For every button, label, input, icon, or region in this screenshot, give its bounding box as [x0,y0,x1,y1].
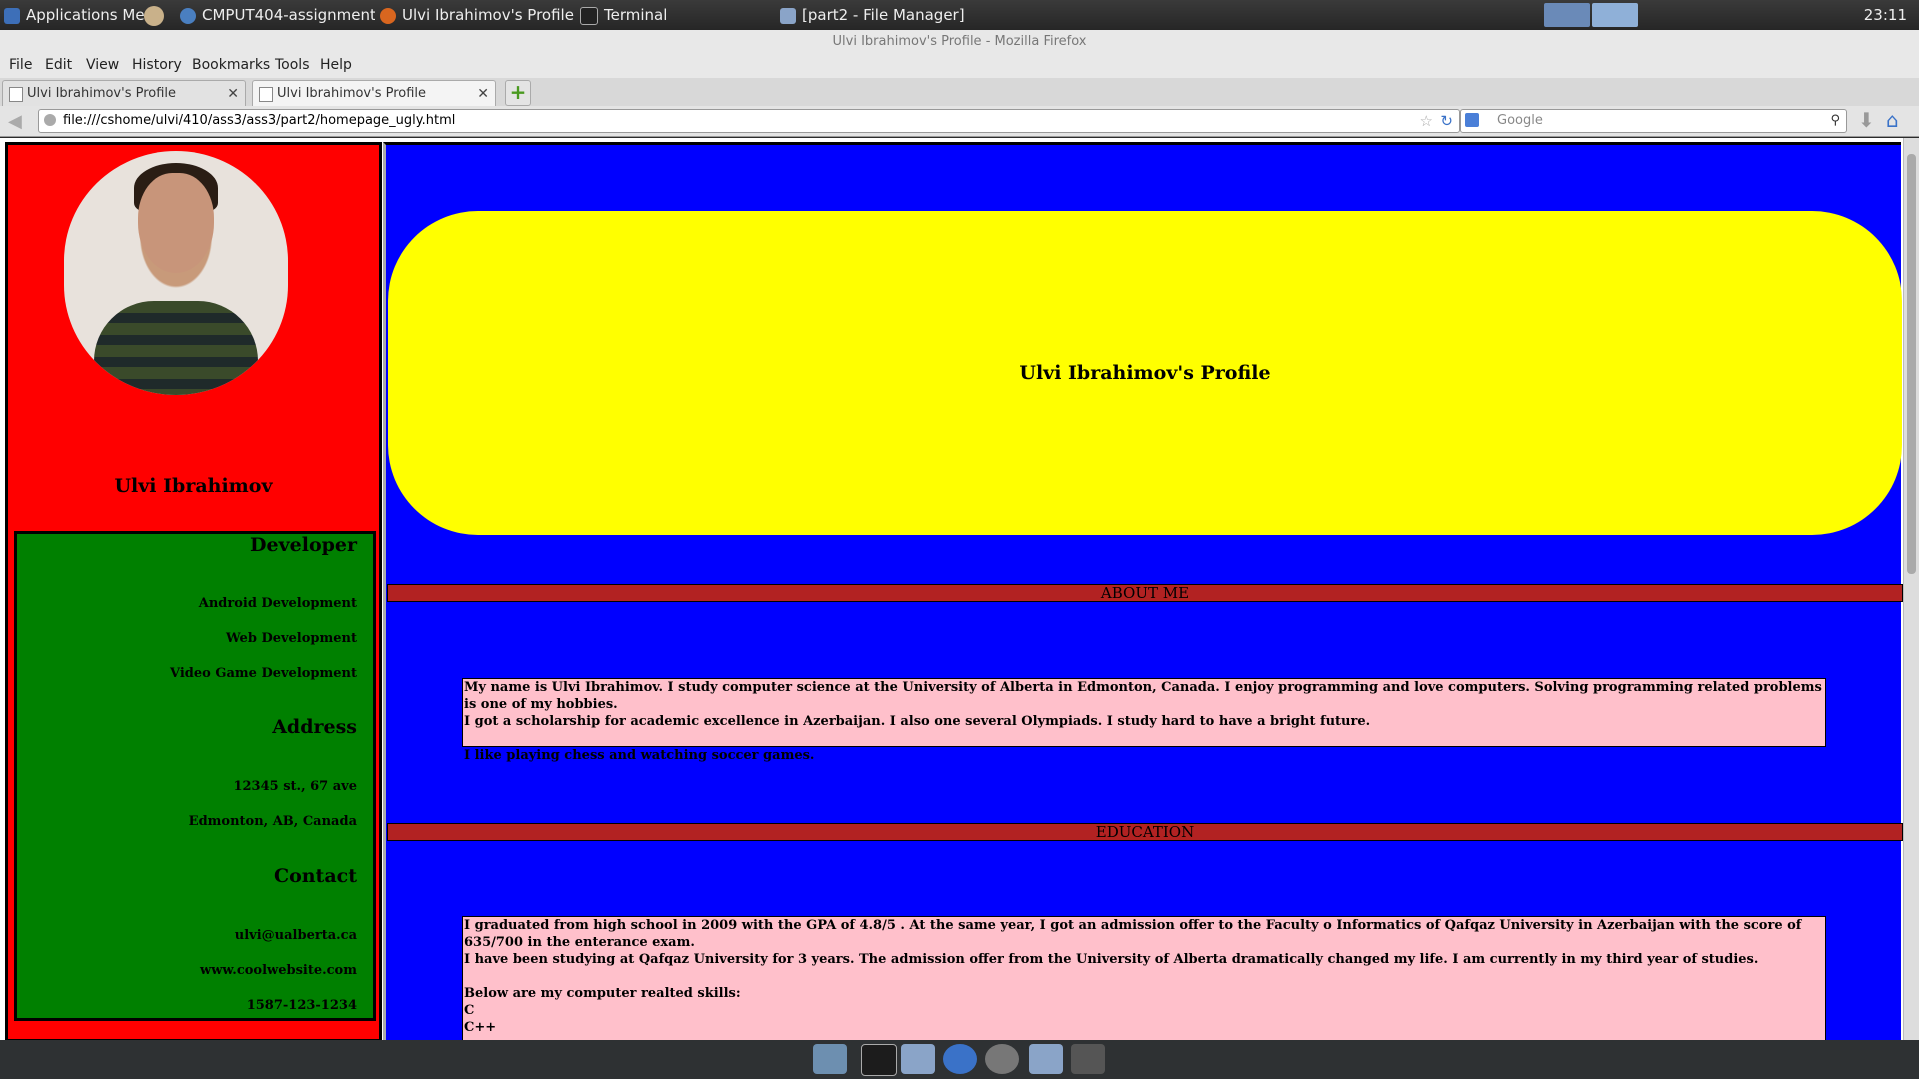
taskbar-item-label: Terminal [604,6,668,24]
page-scrollbar[interactable] [1903,138,1919,1040]
firefox-icon [380,7,396,24]
education-line: C [464,1003,475,1018]
workspace-2-button[interactable] [1592,3,1638,27]
applications-menu[interactable]: Applications Menu [4,0,164,30]
developer-item: Web Development [226,631,357,646]
search-placeholder: Google [1497,113,1543,128]
bottom-dock [0,1040,1919,1079]
applications-menu-label: Applications Menu [26,6,164,24]
profile-sidebar: Ulvi Ibrahimov Developer Android Develop… [5,142,382,1040]
navigation-bar: ◀ file:///cshome/ulvi/410/ass3/ass3/part… [0,106,1919,137]
address-heading: Address [272,716,357,738]
about-box: My name is Ulvi Ibrahimov. I study compu… [462,678,1826,763]
xfce-mouse-icon [4,7,20,24]
developer-item: Video Game Development [170,666,357,681]
file-manager-icon[interactable] [901,1044,935,1074]
close-tab-icon[interactable]: ✕ [227,81,239,107]
contact-website: www.coolwebsite.com [200,963,357,978]
taskbar-item-label: CMPUT404-assignment-css... [202,6,375,24]
menu-bookmarks[interactable]: Bookmarks [192,57,270,73]
education-heading: EDUCATION [387,823,1903,841]
education-line: I graduated from high school in 2009 wit… [464,918,1802,950]
profile-banner: Ulvi Ibrahimov's Profile [388,211,1902,535]
page-icon [259,87,273,102]
education-line: I have been studying at Qafqaz Universit… [464,952,1759,967]
contact-phone: 1587-123-1234 [246,998,357,1013]
user-icon[interactable] [144,0,172,30]
user-avatar-icon [144,5,164,26]
terminal-icon [580,6,598,25]
contact-email: ulvi@ualberta.ca [234,928,357,943]
show-desktop-icon[interactable] [813,1044,847,1074]
menu-history[interactable]: History [132,57,182,73]
tab-profile-2[interactable]: Ulvi Ibrahimov's Profile ✕ [252,80,496,106]
folder-icon [780,7,796,24]
education-box: I graduated from high school in 2009 wit… [462,916,1826,1040]
taskbar-item-firefox[interactable]: Ulvi Ibrahimov's Profile - M... [380,0,575,30]
profile-photo [64,151,288,395]
tab-bar: Ulvi Ibrahimov's Profile ✕ Ulvi Ibrahimo… [0,78,1919,107]
clock: 23:11 [1863,6,1907,24]
search-icon[interactable]: ⚲ [1830,110,1840,132]
menu-view[interactable]: View [86,57,119,73]
folder-icon[interactable] [1029,1044,1063,1074]
reload-icon[interactable]: ↻ [1440,110,1453,132]
profile-name: Ulvi Ibrahimov [114,475,273,497]
about-line: I got a scholarship for academic excelle… [464,714,1371,729]
tab-label: Ulvi Ibrahimov's Profile [27,86,177,101]
site-identity-icon[interactable] [44,114,56,126]
developer-item: Android Development [198,596,357,611]
developer-heading: Developer [250,534,357,556]
search-engine-icon[interactable] [1465,113,1479,127]
new-tab-button[interactable]: + [505,80,531,106]
bookmark-star-icon[interactable]: ☆ [1420,110,1433,132]
info-box: Developer Android Development Web Develo… [14,531,376,1021]
tab-label: Ulvi Ibrahimov's Profile [277,86,427,101]
tab-profile-1[interactable]: Ulvi Ibrahimov's Profile ✕ [2,80,246,106]
address-line: Edmonton, AB, Canada [188,814,357,829]
terminal-icon[interactable] [861,1044,897,1076]
menu-edit[interactable]: Edit [45,57,72,73]
url-text: file:///cshome/ulvi/410/ass3/ass3/part2/… [63,113,456,128]
menu-bar: File Edit View History Bookmarks Tools H… [0,54,1919,78]
menu-help[interactable]: Help [320,57,352,73]
taskbar-item-file-manager[interactable]: [part2 - File Manager] [780,0,980,30]
taskbar-item-assignment[interactable]: CMPUT404-assignment-css... [180,0,375,30]
search-icon[interactable] [985,1044,1019,1074]
chromium-icon [180,7,196,24]
about-heading: ABOUT ME [387,584,1903,602]
address-line: 12345 st., 67 ave [233,779,357,794]
search-bar[interactable]: Google ⚲ [1460,109,1847,133]
menu-file[interactable]: File [9,57,32,73]
education-line: Below are my computer realted skills: [464,986,741,1001]
close-tab-icon[interactable]: ✕ [477,81,489,107]
education-line: C++ [464,1020,497,1035]
taskbar-item-terminal[interactable]: Terminal [580,0,775,30]
about-line: My name is Ulvi Ibrahimov. I study compu… [464,680,1822,712]
system-top-panel: Applications Menu CMPUT404-assignment-cs… [0,0,1919,30]
scrollbar-thumb[interactable] [1907,154,1916,574]
page-icon [9,87,23,102]
workspace-1-button[interactable] [1544,3,1590,27]
lock-icon[interactable] [1071,1044,1105,1074]
window-title: Ulvi Ibrahimov's Profile - Mozilla Firef… [0,30,1919,54]
taskbar-item-label: Ulvi Ibrahimov's Profile - M... [402,6,575,24]
contact-heading: Contact [273,865,357,887]
taskbar-item-label: [part2 - File Manager] [802,6,965,24]
url-bar[interactable]: file:///cshome/ulvi/410/ass3/ass3/part2/… [38,109,1460,133]
page-viewport: Ulvi Ibrahimov Developer Android Develop… [0,138,1903,1040]
about-line: I like playing chess and watching soccer… [464,748,815,763]
main-content: Ulvi Ibrahimov's Profile ABOUT ME My nam… [383,142,1903,1040]
downloads-icon[interactable]: ⬇ [1858,108,1875,132]
home-icon[interactable]: ⌂ [1886,108,1899,132]
menu-tools[interactable]: Tools [275,57,310,73]
back-arrow-icon[interactable]: ◀ [8,111,22,132]
web-browser-icon[interactable] [943,1044,977,1074]
